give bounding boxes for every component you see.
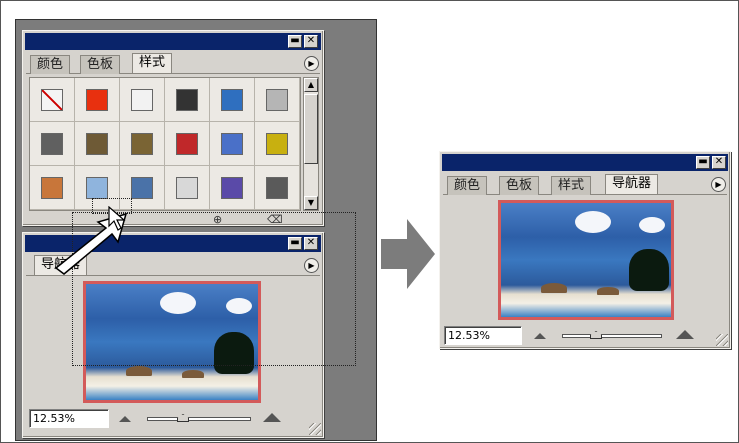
- zoom-slider[interactable]: [562, 334, 662, 338]
- close-icon[interactable]: ✕: [712, 156, 726, 169]
- style-swatch-cell[interactable]: [255, 166, 300, 210]
- close-icon[interactable]: ✕: [304, 35, 318, 48]
- hut-shape: [597, 287, 619, 295]
- style-swatch-icon: [41, 132, 63, 155]
- style-swatch-icon: [86, 176, 108, 199]
- style-swatch-cell[interactable]: [75, 78, 120, 122]
- style-swatch-icon: [221, 132, 243, 155]
- tab-styles[interactable]: 样式: [551, 176, 592, 195]
- style-swatch-icon: [41, 176, 63, 199]
- app-workspace: ▬ ✕ 颜色 色板 样式 ▶ ▲ ▼ ⊕ ⌫ ▬ ✕ ▶ 12.53%: [15, 19, 377, 441]
- hut-shape: [541, 283, 567, 293]
- no-style-icon: [41, 88, 63, 111]
- tab-strip: 颜色 色板 样式 ▶: [26, 52, 320, 74]
- cloud-shape: [575, 211, 611, 233]
- navigator-thumbnail[interactable]: [498, 200, 674, 320]
- palette-titlebar[interactable]: ▬ ✕: [442, 154, 728, 171]
- mouse-cursor-icon: [108, 206, 126, 231]
- scroll-thumb[interactable]: [304, 94, 318, 164]
- style-swatch-cell[interactable]: [30, 122, 75, 166]
- zoom-field[interactable]: 12.53%: [444, 326, 522, 345]
- zoom-in-mountain-icon[interactable]: [263, 413, 281, 422]
- tab-styles[interactable]: 样式: [132, 53, 173, 73]
- style-swatch-cell[interactable]: [165, 122, 210, 166]
- style-swatch-cell[interactable]: [210, 122, 255, 166]
- palette-menu-icon[interactable]: ▶: [304, 56, 319, 71]
- style-swatch-icon: [266, 176, 288, 199]
- hut-shape: [182, 370, 204, 378]
- style-swatch-cell[interactable]: [210, 78, 255, 122]
- scroll-down-icon[interactable]: ▼: [304, 196, 318, 210]
- zoom-out-mountain-icon[interactable]: [534, 333, 546, 339]
- tab-color[interactable]: 颜色: [30, 55, 71, 74]
- tab-navigator[interactable]: 导航器: [605, 174, 659, 194]
- cloud-shape: [639, 217, 665, 233]
- palette-titlebar[interactable]: ▬ ✕: [25, 33, 321, 50]
- zoom-in-mountain-icon[interactable]: [676, 330, 694, 339]
- style-swatch-cell[interactable]: [255, 78, 300, 122]
- styles-scrollbar[interactable]: ▲ ▼: [303, 77, 319, 211]
- illustration-frame: ▬ ✕ 颜色 色板 样式 ▶ ▲ ▼ ⊕ ⌫ ▬ ✕ ▶ 12.53% ▬ ✕ …: [0, 0, 739, 443]
- styles-grid: [29, 77, 301, 211]
- style-swatch-icon: [86, 132, 108, 155]
- style-swatch-icon: [266, 132, 288, 155]
- minimize-icon[interactable]: ▬: [288, 35, 302, 48]
- drag-arrow-icon: [54, 212, 128, 275]
- zoom-field[interactable]: 12.53%: [29, 409, 109, 428]
- style-swatch-cell[interactable]: [210, 166, 255, 210]
- style-swatch-icon: [131, 132, 153, 155]
- style-swatch-icon: [176, 176, 198, 199]
- style-swatch-cell[interactable]: [75, 122, 120, 166]
- zoom-out-mountain-icon[interactable]: [119, 416, 131, 422]
- minimize-icon[interactable]: ▬: [696, 156, 710, 169]
- trees-shape: [629, 249, 669, 291]
- zoom-slider[interactable]: [147, 417, 251, 421]
- style-swatch-cell[interactable]: [165, 166, 210, 210]
- style-swatch-cell[interactable]: [30, 78, 75, 122]
- blue-bevel-icon: [221, 88, 243, 111]
- tab-strip: 颜色 色板 样式 导航器 ▶: [443, 173, 727, 195]
- tab-swatches[interactable]: 色板: [80, 55, 121, 74]
- tab-color[interactable]: 颜色: [447, 176, 488, 195]
- transition-arrow-icon: [381, 219, 435, 289]
- style-swatch-icon: [131, 176, 153, 199]
- bevel-icon: [131, 88, 153, 111]
- zoom-slider-knob[interactable]: [590, 331, 602, 339]
- gray-icon: [266, 88, 288, 111]
- palette-menu-icon[interactable]: ▶: [711, 177, 726, 192]
- tab-swatches[interactable]: 色板: [499, 176, 540, 195]
- resize-grip-icon[interactable]: [309, 423, 321, 435]
- scroll-up-icon[interactable]: ▲: [304, 78, 318, 92]
- resize-grip-icon[interactable]: [716, 334, 728, 346]
- style-swatch-cell[interactable]: [120, 78, 165, 122]
- hut-shape: [126, 366, 152, 376]
- style-swatch-icon: [176, 132, 198, 155]
- dark-sphere-icon: [176, 88, 198, 111]
- style-swatch-cell[interactable]: [165, 78, 210, 122]
- style-swatch-cell[interactable]: [255, 122, 300, 166]
- style-swatch-cell[interactable]: [120, 122, 165, 166]
- combined-palette: ▬ ✕ 颜色 色板 样式 导航器 ▶ 12.53%: [439, 151, 731, 349]
- styles-palette: ▬ ✕ 颜色 色板 样式 ▶ ▲ ▼ ⊕ ⌫: [22, 30, 324, 226]
- glow-icon: [86, 88, 108, 111]
- style-swatch-icon: [221, 176, 243, 199]
- zoom-slider-knob[interactable]: [177, 414, 189, 422]
